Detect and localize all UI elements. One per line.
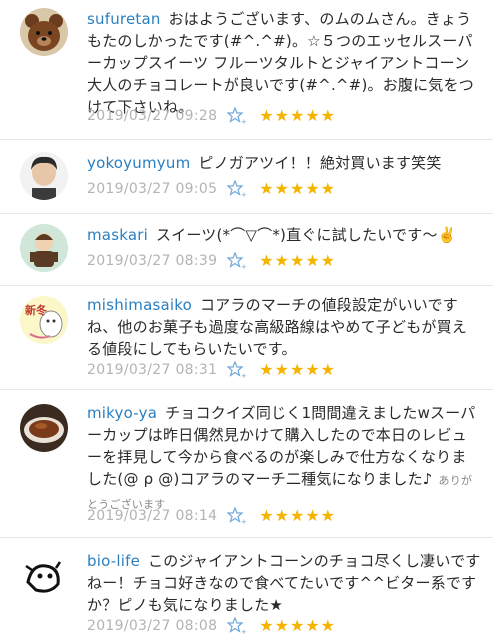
username-link[interactable]: sufuretan — [87, 10, 161, 28]
star-icon: ★ — [305, 179, 320, 198]
comment-text: このジャイアントコーンのチョコ尽くし凄いですねー！チョコ好きなので食べてたいです… — [87, 552, 481, 614]
comment-meta: 2019/03/27 08:14 + ★ ★ ★ ★ ★ — [87, 506, 335, 526]
star-icon: ★ — [320, 106, 336, 125]
star-icon: ★ — [259, 179, 274, 198]
favorite-star-outline-icon[interactable]: + — [226, 616, 249, 636]
star-icon: ★ — [320, 506, 336, 525]
star-icon: ★ — [274, 506, 289, 525]
star-icon: ★ — [289, 616, 305, 635]
svg-text:+: + — [241, 191, 247, 198]
comment-meta: 2019/03/27 09:28 + ★ ★ ★ ★ ★ — [87, 106, 335, 126]
star-icon: ★ — [259, 506, 274, 525]
username-link[interactable]: bio-life — [87, 552, 140, 570]
star-icon: ★ — [259, 106, 274, 125]
rating-stars: ★ ★ ★ ★ ★ — [259, 107, 335, 125]
comment-body: mikyo-ya チョコクイズ同じく1問間違えましたwスーパーカップは昨日偶然見か… — [87, 402, 481, 516]
comment-item: maskari スイーツ(*⌒▽⌒*)直ぐに試したいです〜✌️ 2019/03/2… — [0, 214, 493, 286]
comment-date: 2019/03/27 08:14 — [87, 508, 218, 524]
comment-list: sufuretan おはようございます、のムのムさん。きょうもたのしかったです(#… — [0, 0, 493, 640]
star-icon: ★ — [274, 251, 289, 270]
comment-item: 新冬 mishimasaiko コアラのマーチの値段設定がいいですね、他のお菓子も… — [0, 286, 493, 390]
comment-body: sufuretan おはようございます、のムのムさん。きょうもたのしかったです(#… — [87, 8, 481, 118]
star-icon: ★ — [274, 106, 289, 125]
avatar[interactable] — [20, 552, 68, 600]
comment-body: mishimasaiko コアラのマーチの値段設定がいいですね、他のお菓子も過度な… — [87, 294, 481, 360]
star-icon: ★ — [289, 179, 305, 198]
star-icon: ★ — [305, 506, 320, 525]
comment-body: bio-life このジャイアントコーンのチョコ尽くし凄いですねー！チョコ好きなの… — [87, 550, 481, 616]
star-icon: ★ — [274, 616, 289, 635]
comment-item: sufuretan おはようございます、のムのムさん。きょうもたのしかったです(#… — [0, 0, 493, 140]
comment-meta: 2019/03/27 08:31 + ★ ★ ★ ★ ★ — [87, 360, 335, 380]
rating-stars: ★ ★ ★ ★ ★ — [259, 252, 335, 270]
comment-meta: 2019/03/27 08:08 + ★ ★ ★ ★ ★ — [87, 616, 335, 636]
comment-item: mikyo-ya チョコクイズ同じく1問間違えましたwスーパーカップは昨日偶然見か… — [0, 390, 493, 538]
username-link[interactable]: mikyo-ya — [87, 404, 157, 422]
star-icon: ★ — [259, 616, 274, 635]
star-icon: ★ — [259, 360, 274, 379]
avatar[interactable] — [20, 152, 68, 200]
avatar-label: 新冬 — [25, 303, 47, 317]
star-icon: ★ — [274, 179, 289, 198]
star-icon: ★ — [320, 616, 336, 635]
star-icon: ★ — [289, 251, 305, 270]
svg-text:+: + — [241, 263, 247, 270]
star-icon: ★ — [289, 106, 305, 125]
comment-date: 2019/03/27 08:08 — [87, 618, 218, 634]
rating-stars: ★ ★ ★ ★ ★ — [259, 180, 335, 198]
avatar[interactable]: 新冬 — [20, 296, 68, 344]
star-icon: ★ — [289, 360, 305, 379]
favorite-star-outline-icon[interactable]: + — [226, 506, 249, 526]
person-photo-avatar-icon — [20, 152, 68, 200]
star-icon: ★ — [320, 179, 336, 198]
ink-drawing-avatar-icon — [20, 552, 68, 600]
star-icon: ★ — [289, 506, 305, 525]
comment-item: yokoyumyum ピノガアツイ！！絶対買います笑笑 2019/03/27 09… — [0, 140, 493, 214]
comment-date: 2019/03/27 09:28 — [87, 108, 218, 124]
username-link[interactable]: yokoyumyum — [87, 154, 190, 172]
comment-text: ピノガアツイ！！絶対買います笑笑 — [198, 154, 442, 172]
star-icon: ★ — [320, 251, 336, 270]
svg-text:+: + — [241, 372, 247, 379]
comment-meta: 2019/03/27 08:39 + ★ ★ ★ ★ ★ — [87, 251, 335, 271]
rating-stars: ★ ★ ★ ★ ★ — [259, 617, 335, 635]
star-icon: ★ — [305, 616, 320, 635]
avatar[interactable] — [20, 224, 68, 272]
star-icon: ★ — [305, 106, 320, 125]
favorite-star-outline-icon[interactable]: + — [226, 251, 249, 271]
svg-text:+: + — [241, 118, 247, 125]
favorite-star-outline-icon[interactable]: + — [226, 106, 249, 126]
cartoon-character-avatar-icon — [20, 224, 68, 272]
comment-body: yokoyumyum ピノガアツイ！！絶対買います笑笑 — [87, 152, 481, 174]
favorite-star-outline-icon[interactable]: + — [226, 360, 249, 380]
comment-item: bio-life このジャイアントコーンのチョコ尽くし凄いですねー！チョコ好きなの… — [0, 538, 493, 640]
rating-stars: ★ ★ ★ ★ ★ — [259, 361, 335, 379]
avatar[interactable] — [20, 8, 68, 56]
star-icon: ★ — [305, 360, 320, 379]
avatar[interactable] — [20, 404, 68, 452]
favorite-star-outline-icon[interactable]: + — [226, 179, 249, 199]
star-icon: ★ — [274, 360, 289, 379]
teddy-bear-avatar-icon — [20, 8, 68, 56]
comment-date: 2019/03/27 08:39 — [87, 253, 218, 269]
star-icon: ★ — [320, 360, 336, 379]
shinto-illustration-avatar-icon: 新冬 — [20, 296, 68, 344]
comment-date: 2019/03/27 09:05 — [87, 181, 218, 197]
food-photo-avatar-icon — [20, 404, 68, 452]
svg-text:+: + — [241, 628, 247, 635]
username-link[interactable]: mishimasaiko — [87, 296, 192, 314]
svg-text:+: + — [241, 518, 247, 525]
comment-text: スイーツ(*⌒▽⌒*)直ぐに試したいです〜✌️ — [155, 226, 457, 244]
star-icon: ★ — [305, 251, 320, 270]
rating-stars: ★ ★ ★ ★ ★ — [259, 507, 335, 525]
comment-body: maskari スイーツ(*⌒▽⌒*)直ぐに試したいです〜✌️ — [87, 224, 481, 246]
comment-meta: 2019/03/27 09:05 + ★ ★ ★ ★ ★ — [87, 179, 335, 199]
username-link[interactable]: maskari — [87, 226, 148, 244]
comment-date: 2019/03/27 08:31 — [87, 362, 218, 378]
star-icon: ★ — [259, 251, 274, 270]
